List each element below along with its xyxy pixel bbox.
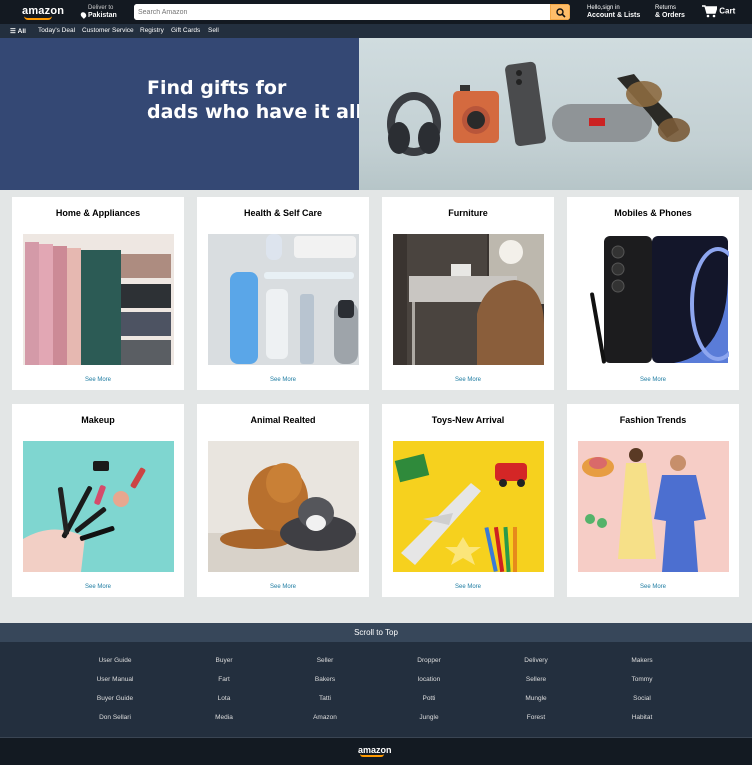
footer-logo-smile-icon: [360, 754, 384, 757]
category-card-animal-related[interactable]: Animal Realted See More: [197, 404, 369, 597]
nav-customer-service[interactable]: Customer Service: [82, 27, 134, 34]
footer-link[interactable]: Don Sellari: [70, 708, 160, 727]
footer-link[interactable]: Seller: [280, 651, 370, 670]
nav-gift-cards[interactable]: Gift Cards: [171, 27, 200, 34]
toys-new-arrival-image: [393, 441, 544, 572]
cart-button[interactable]: Cart: [702, 5, 735, 18]
deliver-label: Deliver to: [88, 5, 114, 11]
see-more-link[interactable]: See More: [12, 377, 184, 383]
home-appliances-image: [23, 234, 174, 365]
furniture-image: [393, 234, 544, 365]
top-navbar: amazon Deliver to Pakistan Hello,sign in…: [0, 0, 752, 24]
category-card-fashion-trends[interactable]: Fashion Trends See More: [567, 404, 739, 597]
footer-link[interactable]: Habitat: [597, 708, 687, 727]
amazon-logo[interactable]: amazon: [22, 5, 64, 20]
hero-product-image: [359, 38, 752, 190]
nav-todays-deal[interactable]: Today's Deal: [38, 27, 75, 34]
hero-banner[interactable]: Find gifts for dads who have it all: [0, 38, 752, 190]
deliver-country: Pakistan: [88, 12, 117, 19]
card-title: Animal Realted: [250, 415, 316, 425]
see-more-link[interactable]: See More: [567, 377, 739, 383]
returns-label: Returns: [655, 5, 677, 11]
footer-link[interactable]: Dropper: [384, 651, 474, 670]
nav-registry[interactable]: Registry: [140, 27, 164, 34]
footer-column-1: User Guide User Manual Buyer Guide Don S…: [70, 651, 160, 727]
account-lists[interactable]: Hello,sign in Account & Lists: [587, 4, 640, 20]
fashion-trends-image: [578, 441, 729, 572]
footer-link[interactable]: Forest: [491, 708, 581, 727]
returns-orders[interactable]: Returns & Orders: [655, 4, 685, 20]
greeting: Hello,sign in: [587, 5, 620, 11]
deliver-to[interactable]: Deliver to Pakistan: [79, 4, 117, 20]
see-more-link[interactable]: See More: [197, 377, 369, 383]
category-card-makeup[interactable]: Makeup See More: [12, 404, 184, 597]
footer-link[interactable]: Fart: [179, 670, 269, 689]
category-card-furniture[interactable]: Furniture See More: [382, 197, 554, 390]
card-title: Toys-New Arrival: [431, 415, 505, 425]
card-title: Home & Appliances: [55, 208, 141, 218]
card-title: Mobiles & Phones: [614, 208, 692, 218]
category-card-home-appliances[interactable]: Home & Appliances See More: [12, 197, 184, 390]
card-title: Health & Self Care: [243, 208, 323, 218]
search-icon: [556, 8, 566, 18]
orders-label: & Orders: [655, 12, 685, 19]
footer-link[interactable]: Bakers: [280, 670, 370, 689]
footer-link[interactable]: Tommy: [597, 670, 687, 689]
footer-link[interactable]: Lota: [179, 689, 269, 708]
see-more-link[interactable]: See More: [12, 584, 184, 590]
account-label: Account & Lists: [587, 12, 641, 19]
footer-column-2: Buyer Fart Lota Media: [179, 651, 269, 727]
footer-link[interactable]: Social: [597, 689, 687, 708]
logo-smile-icon: [24, 16, 52, 20]
health-self-care-image: [208, 234, 359, 365]
search-input[interactable]: [134, 4, 550, 20]
footer-bottom: amazon: [0, 737, 752, 765]
footer-column-5: Delivery Sellere Mungle Forest: [491, 651, 581, 727]
footer-link[interactable]: Delivery: [491, 651, 581, 670]
footer-amazon-logo[interactable]: amazon: [358, 745, 392, 757]
category-card-toys-new-arrival[interactable]: Toys-New Arrival See More: [382, 404, 554, 597]
footer-column-6: Makers Tommy Social Habitat: [597, 651, 687, 727]
footer-link[interactable]: Amazon: [280, 708, 370, 727]
see-more-link[interactable]: See More: [382, 377, 554, 383]
footer-column-3: Seller Bakers Tatti Amazon: [280, 651, 370, 727]
cart-label: Cart: [719, 6, 736, 16]
see-more-link[interactable]: See More: [382, 584, 554, 590]
footer-link[interactable]: User Guide: [70, 651, 160, 670]
sub-navbar: ☰ All Today's Deal Customer Service Regi…: [0, 24, 752, 38]
makeup-image: [23, 441, 174, 572]
scroll-to-top-button[interactable]: Scroll to Top: [0, 623, 752, 642]
category-card-mobiles-phones[interactable]: Mobiles & Phones See More: [567, 197, 739, 390]
footer-link[interactable]: Mungle: [491, 689, 581, 708]
footer-link[interactable]: Sellere: [491, 670, 581, 689]
footer-link[interactable]: Buyer: [179, 651, 269, 670]
nav-sell[interactable]: Sell: [208, 27, 219, 34]
cart-icon: [702, 5, 718, 18]
card-title: Fashion Trends: [619, 415, 687, 425]
card-title: Makeup: [81, 415, 115, 425]
footer-column-4: Dropper location Potti Jungle: [384, 651, 474, 727]
all-menu[interactable]: ☰ All: [10, 27, 26, 35]
search-button[interactable]: [550, 4, 570, 20]
category-card-health-self-care[interactable]: Health & Self Care See More: [197, 197, 369, 390]
search-bar: [134, 4, 570, 20]
footer-link[interactable]: Jungle: [384, 708, 474, 727]
see-more-link[interactable]: See More: [567, 584, 739, 590]
location-pin-icon: [79, 11, 88, 20]
footer-link[interactable]: Media: [179, 708, 269, 727]
footer-link[interactable]: Potti: [384, 689, 474, 708]
animal-related-image: [208, 441, 359, 572]
footer-link[interactable]: Makers: [597, 651, 687, 670]
mobiles-phones-image: [578, 234, 729, 365]
card-title: Furniture: [448, 208, 488, 218]
hero-title: Find gifts for dads who have it all: [147, 77, 362, 123]
see-more-link[interactable]: See More: [197, 584, 369, 590]
footer-link[interactable]: Buyer Guide: [70, 689, 160, 708]
footer-link[interactable]: Tatti: [280, 689, 370, 708]
footer-links: User Guide User Manual Buyer Guide Don S…: [0, 642, 752, 737]
footer-link[interactable]: User Manual: [70, 670, 160, 689]
footer-link[interactable]: location: [384, 670, 474, 689]
